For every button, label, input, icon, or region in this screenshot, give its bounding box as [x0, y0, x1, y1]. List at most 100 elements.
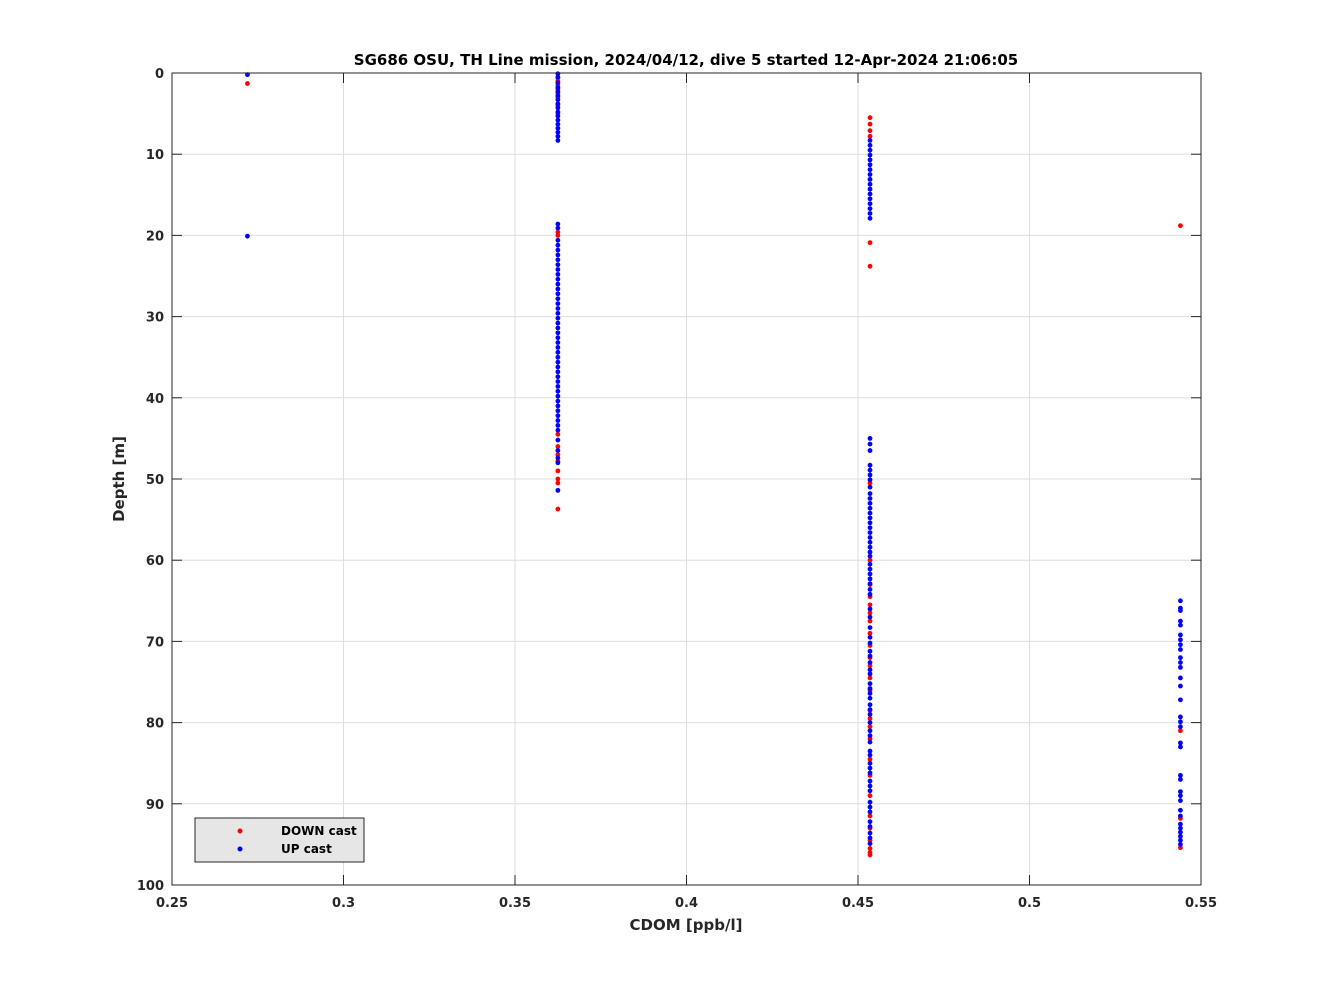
up-cast-point: [867, 770, 873, 776]
up-cast-point: [1178, 647, 1183, 652]
up-cast-point: [555, 276, 561, 282]
up-cast-point: [555, 437, 561, 443]
up-cast-point: [867, 167, 873, 173]
up-cast-point: [867, 606, 873, 612]
up-cast-point: [555, 80, 561, 86]
up-cast-point: [555, 460, 561, 466]
down-cast-point: [867, 128, 873, 134]
up-cast-point: [555, 74, 561, 80]
up-cast-point: [555, 427, 561, 433]
up-cast-point: [555, 320, 561, 326]
up-cast-point: [867, 653, 873, 659]
up-cast-point: [867, 176, 873, 182]
up-cast-point: [555, 354, 561, 360]
up-cast-point: [867, 695, 873, 701]
up-cast-point: [867, 587, 873, 592]
up-cast-point: [555, 301, 561, 307]
up-cast-point: [555, 413, 561, 419]
up-cast-point: [555, 340, 561, 345]
up-cast-point: [1178, 655, 1183, 661]
up-cast-point: [867, 576, 873, 582]
up-cast-point: [555, 252, 561, 258]
up-cast-point: [867, 162, 873, 168]
up-cast-point: [555, 455, 561, 461]
up-cast-point: [867, 733, 873, 738]
up-cast-point: [1178, 642, 1183, 648]
down-cast-point: [555, 233, 561, 238]
up-cast-point: [867, 788, 873, 794]
up-cast-point: [867, 835, 873, 841]
up-cast-point: [555, 225, 561, 231]
up-cast-point: [555, 335, 561, 341]
up-cast-point: [867, 191, 873, 197]
up-cast-point: [867, 477, 873, 483]
up-cast-point: [867, 720, 873, 725]
down-cast-point: [245, 81, 250, 86]
up-cast-point: [555, 423, 561, 428]
up-cast-point: [867, 561, 873, 567]
up-cast-point: [555, 345, 561, 350]
up-cast-point: [555, 364, 561, 370]
up-cast-point: [867, 841, 873, 846]
up-cast-point: [1178, 744, 1183, 750]
up-cast-point: [1178, 807, 1183, 813]
up-cast-point: [555, 271, 561, 277]
up-cast-point: [867, 830, 873, 836]
x-axis-label: CDOM [ppb/l]: [630, 916, 743, 934]
up-cast-point: [867, 436, 873, 441]
y-tick-label: 10: [146, 148, 164, 163]
up-cast-point: [555, 388, 561, 394]
x-tick-label: 0.25: [156, 896, 188, 911]
up-cast-point: [867, 201, 873, 207]
chart-title: SG686 OSU, TH Line mission, 2024/04/12, …: [354, 51, 1018, 69]
down-cast-point: [867, 263, 873, 269]
up-cast-point: [555, 137, 561, 143]
up-cast-point: [555, 306, 561, 311]
up-cast-point: [1178, 637, 1183, 643]
up-cast-point: [867, 648, 873, 654]
up-cast-point: [867, 681, 873, 687]
up-cast-point: [555, 384, 561, 389]
up-cast-point: [867, 640, 873, 646]
up-cast-point: [867, 702, 873, 708]
up-cast-point: [867, 484, 873, 490]
up-cast-point: [555, 418, 561, 423]
y-tick-label: 50: [146, 473, 164, 488]
up-cast-point: [1178, 683, 1183, 689]
up-cast-point: [867, 539, 873, 545]
up-cast-point: [555, 369, 561, 375]
up-cast-point: [1178, 724, 1183, 730]
up-cast-point: [867, 804, 873, 810]
up-cast-point: [1178, 675, 1183, 681]
up-cast-point: [555, 403, 561, 409]
up-cast-point: [555, 286, 561, 292]
up-cast-point: [867, 500, 873, 506]
up-cast-point: [867, 760, 873, 766]
x-tick-label: 0.3: [332, 896, 355, 911]
up-cast-point: [867, 591, 873, 597]
y-tick-label: 60: [146, 554, 164, 569]
up-cast-point: [867, 142, 873, 148]
up-cast-point: [555, 359, 561, 365]
up-cast-point: [1178, 813, 1183, 819]
up-cast-point: [867, 515, 873, 521]
up-cast-point: [867, 157, 873, 163]
up-cast-point: [867, 496, 873, 501]
chart-figure: 0.25 0.3 0.35 0.4 0.45 0.5 0.55 0 10 20 30 40 50 60 70…: [0, 0, 1328, 996]
up-cast-point: [1178, 664, 1183, 670]
up-cast-point: [867, 625, 873, 630]
up-cast-point: [1178, 798, 1183, 803]
up-cast-point: [867, 553, 873, 559]
up-cast-point: [867, 712, 873, 717]
up-cast-point: [555, 247, 561, 253]
up-cast-point: [555, 237, 561, 243]
x-tick-label: 0.45: [842, 896, 874, 911]
down-cast-point: [867, 793, 873, 799]
up-cast-point: [555, 325, 561, 331]
up-cast-point: [1178, 622, 1183, 628]
up-cast-point: [867, 510, 873, 516]
up-cast-point: [555, 379, 561, 384]
down-cast-point: [867, 240, 873, 246]
up-cast-point: [867, 660, 873, 665]
up-cast-point: [867, 778, 873, 784]
